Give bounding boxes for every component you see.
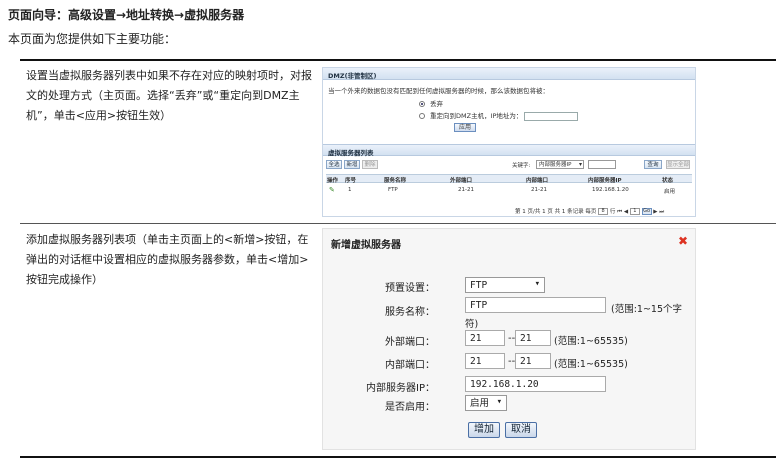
redirect-label: 重定向到DMZ主机，IP地址为： [430, 112, 523, 120]
row-cell: 1 [348, 187, 352, 193]
search-label: 关键字: [512, 163, 531, 169]
apply-button[interactable]: 应用 [454, 123, 476, 132]
drop-label: 丢弃 [430, 100, 443, 108]
pagination: 第 1 页/共 1 页 共 1 条记录 每页 8 行 ⏮ ◀ 1 Go ▶ ⏭ [515, 207, 664, 216]
row-cell: 192.168.1.20 [592, 187, 629, 193]
search-field-select[interactable]: 内部服务器IP [536, 160, 584, 169]
intro-text: 本页面为您提供如下主要功能： [8, 32, 177, 46]
external-port-hint: (范围:1~65535) [554, 336, 628, 347]
list-toolbar: 全选 新增 删除 关键字: 内部服务器IP 查询 显示全部 [326, 160, 692, 170]
last-page-icon[interactable]: ⏭ [659, 209, 664, 215]
enable-value: 启用 [470, 398, 490, 409]
internal-port-hint: (范围:1~65535) [554, 359, 628, 370]
show-all-button[interactable]: 显示全部 [666, 160, 690, 169]
search-keyword-input[interactable] [588, 160, 616, 169]
dmz-panel-screenshot: DMZ(非管制区) 当一个外来的数据包没有匹配到任何虚拟服务器的时候，那么该数据… [322, 67, 696, 217]
pager-text: 第 1 页/共 1 页 共 1 条记录 每页 [515, 209, 597, 215]
dialog-title: 新增虚拟服务器 [331, 240, 401, 251]
divider-bottom [20, 456, 776, 458]
col-header: 内部服务器IP [588, 178, 622, 184]
row-cell: 启用 [664, 189, 676, 195]
dmz-header: DMZ(非管制区) [323, 68, 695, 80]
page-number-input[interactable]: 1 [629, 208, 640, 215]
col-header: 操作 [327, 178, 339, 184]
enable-label: 是否启用： [385, 402, 435, 413]
dmz-question: 当一个外来的数据包没有匹配到任何虚拟服务器的时候，那么该数据包将被： [328, 87, 549, 95]
chevron-down-icon: ▾ [496, 397, 502, 407]
prev-page-icon[interactable]: ◀ [624, 209, 628, 215]
server-ip-label: 内部服务器IP： [366, 383, 435, 394]
drop-option[interactable]: 丢弃 [419, 98, 443, 108]
service-name-hint: (范围:1~15个字 [611, 304, 682, 315]
go-button[interactable]: Go [641, 208, 652, 215]
delete-button[interactable]: 删除 [362, 160, 378, 169]
section2-description: 添加虚拟服务器列表项（单击主页面上的<新增>按钮，在弹出的对话框中设置相应的虚拟… [26, 233, 309, 286]
server-list-header: 虚拟服务器列表 [323, 144, 695, 157]
pager-text2: 行 [609, 209, 616, 215]
divider-middle [20, 223, 776, 224]
new-button[interactable]: 新增 [344, 160, 360, 169]
enable-select[interactable]: 启用 ▾ [465, 395, 507, 411]
divider-top [20, 59, 776, 61]
next-page-icon[interactable]: ▶ [653, 209, 657, 215]
row-cell: 21-21 [458, 187, 474, 193]
query-button[interactable]: 查询 [644, 160, 662, 169]
dmz-ip-input[interactable] [524, 111, 579, 121]
first-page-icon[interactable]: ⏮ [617, 209, 622, 215]
per-page-input[interactable]: 8 [598, 208, 609, 215]
table-row: ✎ 1 FTP 21-21 21-21 192.168.1.20 启用 [326, 186, 692, 197]
edit-icon[interactable]: ✎ [329, 186, 335, 194]
col-header: 序号 [345, 178, 357, 184]
external-port-label: 外部端口： [385, 337, 435, 348]
col-header: 外部端口 [450, 178, 473, 184]
preset-value: FTP [470, 280, 488, 291]
preset-label: 预置设置： [385, 283, 435, 294]
server-ip-input[interactable]: 192.168.1.20 [465, 376, 606, 392]
internal-port-label: 内部端口： [385, 360, 435, 371]
external-port-from[interactable]: 21 [465, 330, 505, 346]
add-server-dialog: 新增虚拟服务器 ✖ 预置设置： FTP ▾ 服务名称： FTP (范围:1~15个… [322, 228, 696, 450]
close-icon[interactable]: ✖ [678, 234, 688, 248]
row-cell: FTP [388, 187, 398, 193]
col-header: 服务名称 [384, 178, 407, 184]
add-button[interactable]: 增加 [468, 422, 500, 438]
service-name-input[interactable]: FTP [465, 297, 606, 313]
internal-port-from[interactable]: 21 [465, 353, 505, 369]
page-title: 页面向导：高级设置→地址转换→虚拟服务器 [8, 8, 245, 22]
service-name-label: 服务名称： [385, 307, 435, 318]
col-header: 内部端口 [526, 178, 549, 184]
radio-icon[interactable] [419, 113, 425, 119]
internal-port-to[interactable]: 21 [515, 353, 551, 369]
preset-select[interactable]: FTP ▾ [465, 277, 545, 293]
service-name-hint-2: 符) [465, 319, 479, 330]
select-all-button[interactable]: 全选 [326, 160, 342, 169]
external-port-to[interactable]: 21 [515, 330, 551, 346]
row-cell: 21-21 [531, 187, 547, 193]
radio-icon[interactable] [419, 101, 425, 107]
chevron-down-icon: ▾ [534, 279, 540, 289]
redirect-option[interactable]: 重定向到DMZ主机，IP地址为： [419, 110, 579, 121]
section1-description: 设置当虚拟服务器列表中如果不存在对应的映射项时，对报文的处理方式（主页面。选择“… [26, 69, 312, 122]
table-header: 操作 序号 服务名称 外部端口 内部端口 内部服务器IP 状态 [326, 174, 692, 184]
col-header: 状态 [662, 178, 674, 184]
cancel-button[interactable]: 取消 [505, 422, 537, 438]
